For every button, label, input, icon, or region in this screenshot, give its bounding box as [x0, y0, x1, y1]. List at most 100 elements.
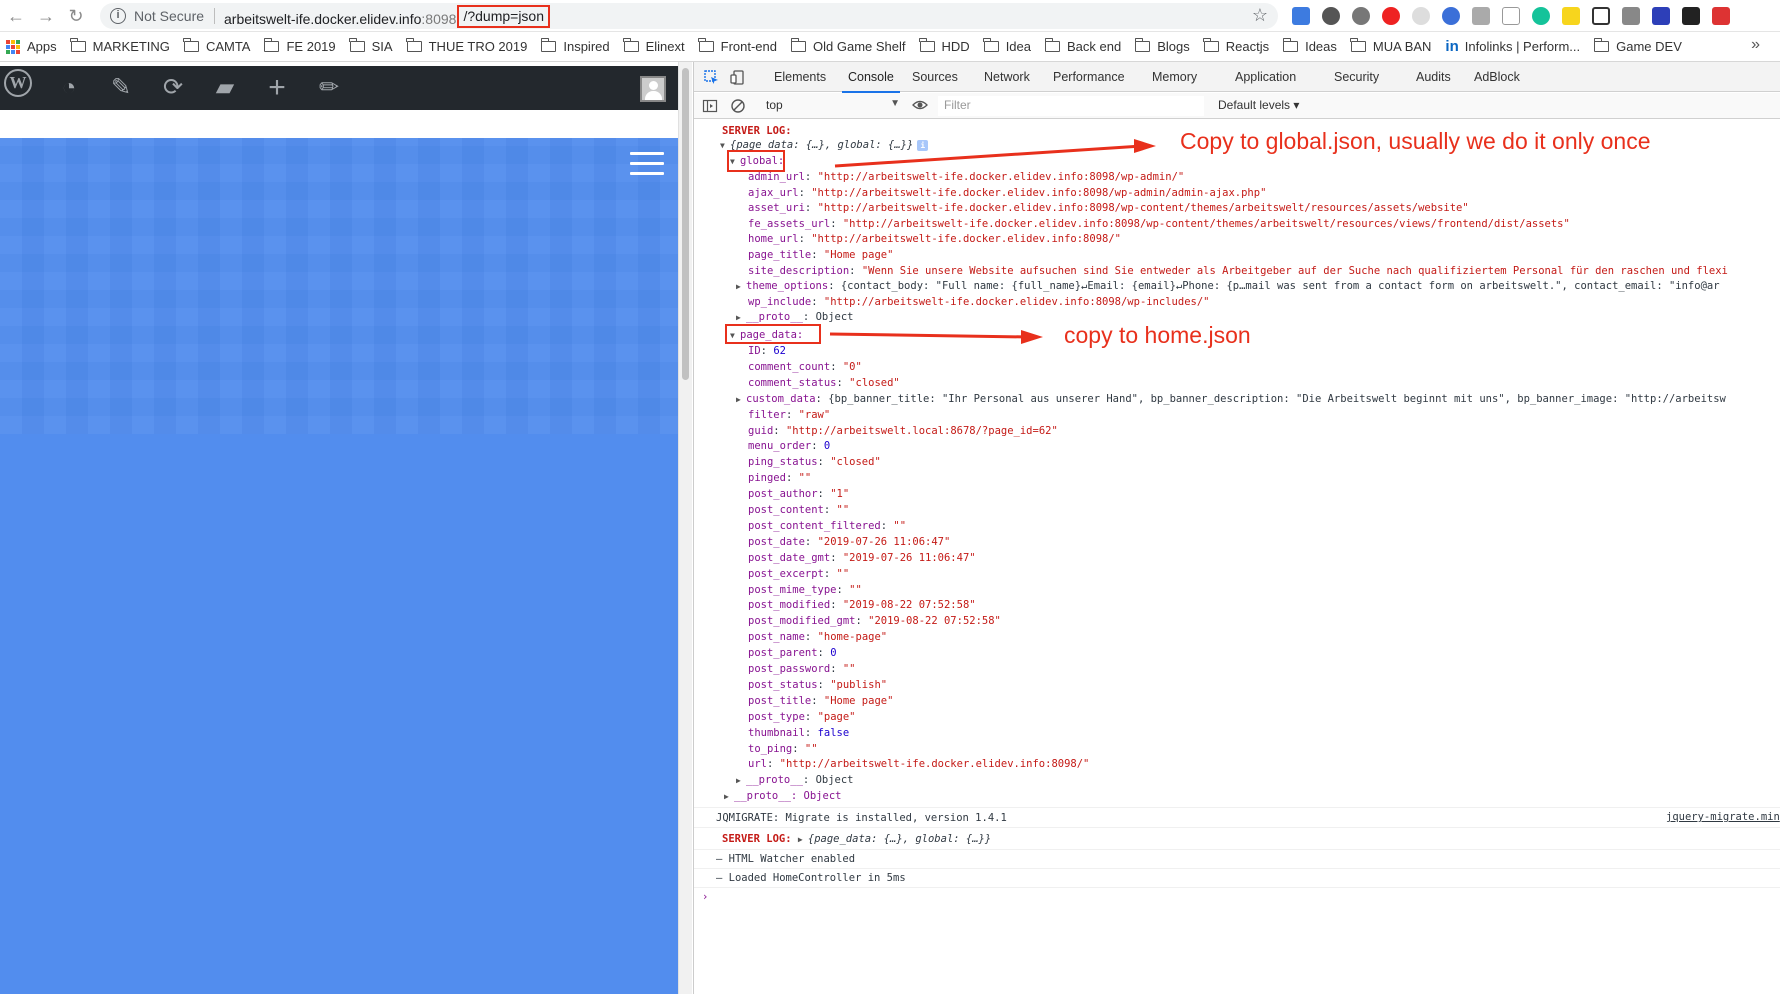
grid-icon[interactable] [1592, 7, 1610, 25]
inspect-element-icon[interactable] [704, 70, 719, 85]
bookmarks-more-button[interactable]: » [1751, 36, 1760, 54]
property-key: post_author [748, 488, 818, 501]
address-bar[interactable]: i Not Secure arbeitswelt-ife.docker.elid… [100, 3, 1278, 29]
bookmark-item[interactable]: MUA BAN [1350, 38, 1431, 54]
avatar[interactable] [640, 76, 666, 102]
bookmark-item[interactable]: in Infolinks | Perform... [1445, 38, 1580, 55]
property-key: __proto__ [746, 774, 803, 787]
edit-page-icon[interactable]: ✏ [314, 74, 344, 102]
clear-console-icon[interactable] [730, 98, 746, 114]
colon: : [830, 360, 843, 373]
live-expression-eye-icon[interactable] [912, 97, 928, 113]
bookmark-item[interactable]: SIA [349, 38, 393, 54]
expand-right-icon[interactable]: ▶ [736, 773, 746, 788]
bookmark-item[interactable]: HDD [919, 38, 970, 54]
bookmark-item[interactable]: Back end [1044, 38, 1121, 54]
bookmark-item[interactable]: CAMTA [183, 38, 251, 54]
tab-adblock[interactable]: AdBlock [1474, 70, 1520, 84]
expand-right-icon[interactable]: ▶ [736, 279, 746, 294]
folder-icon [919, 38, 935, 52]
bookmark-item[interactable]: Game DEV [1593, 38, 1682, 54]
tab-application[interactable]: Application [1235, 70, 1296, 84]
adblock-icon[interactable] [1382, 7, 1400, 25]
object-summary[interactable]: {page_data: {…}, global: {…}} [808, 833, 991, 845]
context-selector[interactable]: top ▼ [766, 98, 900, 112]
bookmark-item[interactable]: Reactjs [1203, 38, 1269, 54]
page-data-entry: ID: 62 [748, 344, 786, 359]
info-icon[interactable]: i [917, 139, 929, 151]
info-icon[interactable]: i [110, 8, 126, 24]
source-link[interactable]: jquery-migrate.min [1666, 811, 1780, 823]
url-port: :8098 [421, 11, 457, 27]
console-prompt[interactable]: › [702, 891, 708, 903]
extension-icon[interactable] [1292, 7, 1310, 25]
expand-right-icon[interactable]: ▶ [724, 789, 734, 804]
customize-brush-icon[interactable]: ✎ [106, 74, 136, 102]
property-value: "" [893, 519, 907, 532]
bookmark-item[interactable]: FE 2019 [263, 38, 336, 54]
vue-devtools-icon[interactable] [1622, 7, 1640, 25]
colon: : [804, 535, 818, 548]
tab-sources[interactable]: Sources [912, 70, 958, 84]
outer-proto: ▶ __proto__: Object [724, 789, 841, 804]
comments-icon[interactable]: ▰ [210, 74, 240, 102]
bookmark-label: CAMTA [205, 39, 251, 54]
bookmark-item[interactable]: Old Game Shelf [790, 38, 906, 54]
folder-icon [70, 38, 86, 52]
bookmark-item[interactable]: Idea [983, 38, 1031, 54]
console-filter-input[interactable]: Filter [938, 96, 1204, 116]
extension-icon[interactable] [1712, 7, 1730, 25]
updates-icon[interactable]: ⟳ [158, 74, 188, 102]
forward-icon[interactable]: → [34, 4, 58, 28]
extension-icon[interactable] [1472, 7, 1490, 25]
tab-performance[interactable]: Performance [1053, 70, 1125, 84]
extension-icon[interactable] [1442, 7, 1460, 25]
bookmark-item[interactable]: Inspired [540, 38, 610, 54]
property-value: "2019-08-22 07:52:58" [868, 615, 1001, 628]
bookmark-item[interactable]: Front-end [698, 38, 777, 54]
colon: : [802, 774, 816, 787]
bookmark-star-icon[interactable]: ☆ [1252, 5, 1268, 26]
devtools-tabbar: Elements Console Sources Network Performance… [694, 62, 1780, 93]
url-text[interactable]: arbeitswelt-ife.docker.elidev.info:8098/… [224, 5, 551, 31]
bookmark-item[interactable]: MARKETING [70, 38, 170, 54]
bookmark-item[interactable]: Elinext [623, 38, 685, 54]
tab-network[interactable]: Network [984, 70, 1030, 84]
reload-icon[interactable]: ↻ [64, 4, 88, 28]
extension-icon[interactable] [1652, 7, 1670, 25]
bookmark-item[interactable]: Apps [6, 39, 57, 54]
dashboard-icon[interactable]: ◔ [54, 74, 84, 102]
sidebar-toggle-icon[interactable] [702, 98, 718, 114]
tab-elements[interactable]: Elements [774, 70, 826, 84]
colon: : [817, 647, 831, 660]
extension-icon[interactable] [1682, 7, 1700, 25]
tab-memory[interactable]: Memory [1152, 70, 1197, 84]
bookmark-label: Blogs [1157, 39, 1190, 54]
folder-icon [1350, 38, 1366, 52]
tab-console[interactable]: Console [842, 70, 900, 93]
device-toolbar-icon[interactable] [730, 70, 745, 85]
menu-hamburger-icon[interactable] [630, 152, 664, 178]
extension-icon[interactable] [1562, 7, 1580, 25]
wordpress-logo-icon[interactable]: W [4, 69, 32, 97]
bookmark-item[interactable]: Blogs [1134, 38, 1190, 54]
back-icon[interactable]: ← [4, 4, 28, 28]
colon: : [880, 519, 894, 532]
eyedropper-icon[interactable] [1502, 7, 1520, 25]
tab-audits[interactable]: Audits [1416, 70, 1451, 84]
colon: : [804, 726, 818, 739]
new-content-icon[interactable]: + [262, 73, 292, 103]
tab-security[interactable]: Security [1334, 70, 1379, 84]
bookmark-item[interactable]: Ideas [1282, 38, 1337, 54]
grammarly-icon[interactable] [1532, 7, 1550, 25]
extension-icon[interactable] [1412, 7, 1430, 25]
wordpress-extension-icon[interactable] [1322, 7, 1340, 25]
extension-icon[interactable] [1352, 7, 1370, 25]
log-levels-dropdown[interactable]: Default levels ▾ [1218, 98, 1299, 112]
arrowhead-icon [1134, 139, 1156, 153]
expand-right-icon[interactable]: ▶ [736, 392, 746, 407]
proto-entry: __proto__: Object [734, 790, 842, 803]
bookmark-item[interactable]: THUE TRO 2019 [406, 38, 527, 54]
expand-right-icon[interactable]: ▶ [798, 832, 808, 847]
page-scrollbar[interactable] [678, 62, 692, 994]
